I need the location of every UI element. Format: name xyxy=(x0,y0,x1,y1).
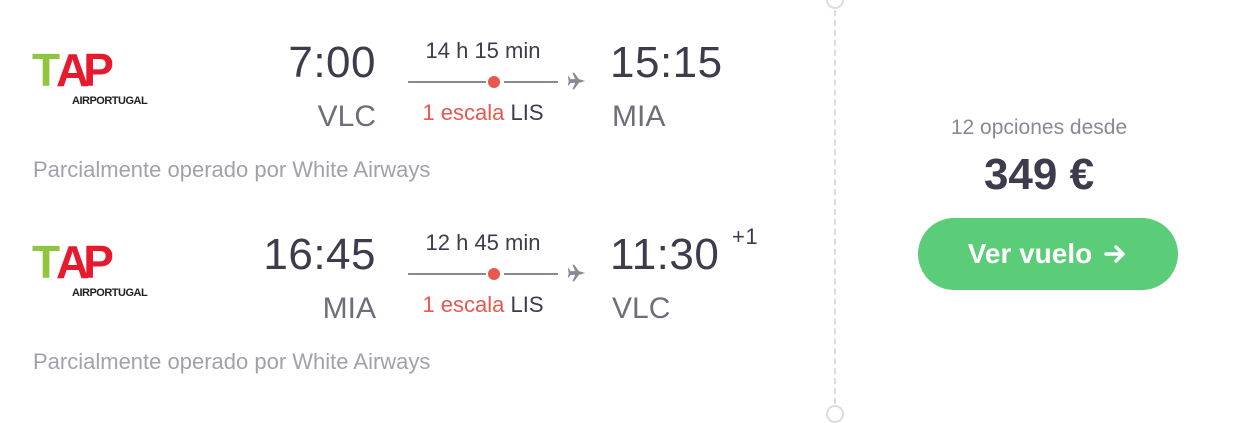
flight-duration: 14 h 15 min xyxy=(425,38,541,63)
arrival-time: 15:15 xyxy=(610,38,723,88)
outbound-leg: T AP AIRPORTUGAL 7:00 VLC 14 h 15 min 1 … xyxy=(0,0,836,190)
airline-logo: T AP AIRPORTUGAL xyxy=(32,236,148,299)
stops-label: 1 escala xyxy=(422,100,505,125)
arrival-time: 11:30 +1 xyxy=(610,224,758,280)
operated-by: Parcialmente operado por White Airways xyxy=(33,157,431,182)
departure-airport-code: MIA xyxy=(322,292,376,325)
svg-text:AIRPORTUGAL: AIRPORTUGAL xyxy=(72,95,148,107)
departure-airport-code: VLC xyxy=(317,100,376,133)
view-flight-label: Ver vuelo xyxy=(967,238,1093,269)
price-panel: 12 opciones desde 349 € Ver vuelo xyxy=(836,0,1242,414)
stops-info: 1 escala LIS xyxy=(408,100,558,126)
price: 349 € xyxy=(983,150,1095,199)
operated-by: Parcialmente operado por White Airways xyxy=(33,349,431,374)
airline-logo: T AP AIRPORTUGAL xyxy=(32,44,148,107)
svg-text:AP: AP xyxy=(56,236,113,288)
route-line xyxy=(408,264,590,282)
stop-airport: LIS xyxy=(510,292,544,317)
departure-time: 7:00 xyxy=(288,38,376,87)
svg-text:AIRPORTUGAL: AIRPORTUGAL xyxy=(72,287,148,299)
flight-duration: 12 h 45 min xyxy=(425,230,541,255)
stops-info: 1 escala LIS xyxy=(408,292,558,318)
arrival-time-value: 15:15 xyxy=(610,38,723,87)
arrival-airport-code: MIA xyxy=(612,100,666,133)
route-line xyxy=(408,72,590,90)
flight-result-card: T AP AIRPORTUGAL 7:00 VLC 14 h 15 min 1 … xyxy=(0,0,1242,423)
view-flight-button[interactable]: Ver vuelo xyxy=(918,218,1178,290)
arrival-airport-code: VLC xyxy=(612,292,671,325)
options-count-text: 12 opciones desde xyxy=(950,116,1128,139)
stop-dot xyxy=(488,76,500,88)
stop-dot xyxy=(488,268,500,280)
stop-airport: LIS xyxy=(510,100,544,125)
svg-text:AP: AP xyxy=(56,44,113,96)
arrow-right-icon xyxy=(1104,245,1125,263)
plane-icon xyxy=(567,264,586,282)
next-day-indicator: +1 xyxy=(732,224,759,249)
departure-time: 16:45 xyxy=(263,230,376,279)
arrival-time-value: 11:30 xyxy=(610,230,720,279)
stops-label: 1 escala xyxy=(422,292,505,317)
return-leg: T AP AIRPORTUGAL 16:45 MIA 12 h 45 min 1… xyxy=(0,192,836,382)
plane-icon xyxy=(567,72,586,90)
